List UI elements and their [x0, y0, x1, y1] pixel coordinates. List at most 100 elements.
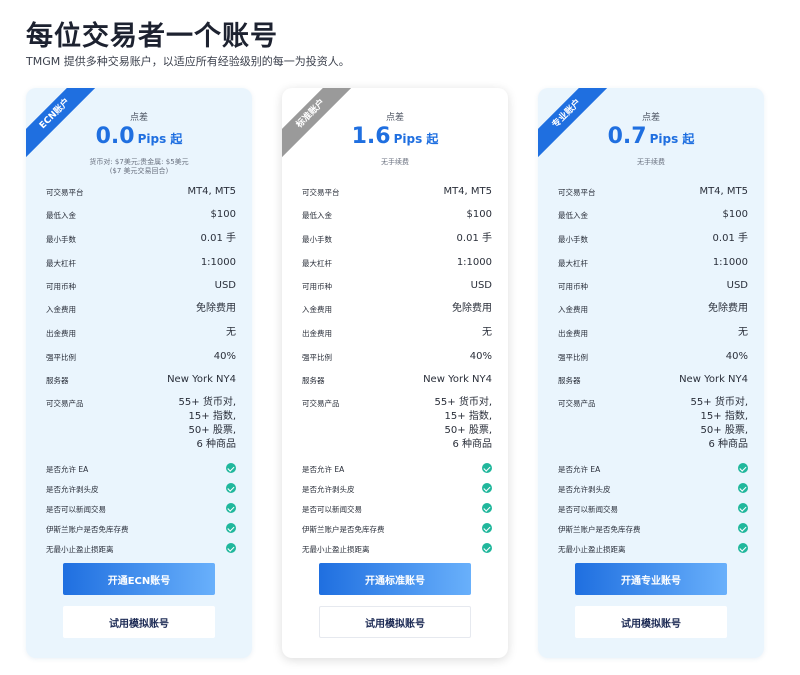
row-label: 最大杠杆: [46, 259, 76, 268]
row-value: $100: [722, 209, 748, 220]
row-value: 40%: [469, 351, 492, 362]
product-item: 15+ 指数,: [700, 411, 748, 422]
row-platforms: 可交易平台 MT4, MT5: [46, 185, 236, 199]
row-value: USD: [470, 280, 492, 291]
row-value: 0.01 手: [456, 233, 492, 244]
product-item: 50+ 股票,: [700, 425, 748, 436]
commission-line-1: 货币对: $7美元;贵金属: $5美元: [89, 158, 189, 166]
row-value: $100: [466, 209, 492, 220]
commission-line-1: 无手续费: [381, 158, 409, 166]
row-min-lot: 最小手数 0.01 手: [46, 232, 236, 246]
spread-label: 点差: [385, 113, 404, 123]
row-value: $100: [210, 209, 236, 220]
check-circle-icon: [738, 543, 748, 553]
try-demo-account-button[interactable]: 试用模拟账号: [319, 606, 471, 638]
commission-line-2: ($7 美元交易回合): [109, 167, 169, 175]
row-withdrawal-fee: 出金费用 无: [46, 326, 236, 340]
row-islamic: 伊斯兰账户是否免库存费: [558, 522, 748, 535]
row-label: 服务器: [558, 376, 581, 385]
row-label: 出金费用: [558, 329, 588, 338]
commission-line-1: 无手续费: [637, 158, 665, 166]
row-min-deposit: 最低入金 $100: [46, 208, 236, 222]
row-no-min-stop: 无最小止盈止损距离: [558, 542, 748, 555]
row-value: 1:1000: [200, 257, 236, 268]
page-title: 每位交易者一个账号: [26, 21, 278, 52]
row-news-trading: 是否可以新闻交易: [46, 502, 236, 515]
row-value: New York NY4: [167, 374, 236, 385]
row-label: 是否允许 EA: [558, 465, 601, 474]
row-value: 无: [226, 327, 236, 338]
spread-number: 0.7: [607, 124, 647, 149]
row-label: 是否可以新闻交易: [302, 505, 362, 514]
try-demo-account-button[interactable]: 试用模拟账号: [575, 606, 727, 638]
row-label: 入金费用: [558, 305, 588, 314]
row-islamic: 伊斯兰账户是否免库存费: [46, 522, 236, 535]
open-pro-account-button[interactable]: 开通专业账号: [575, 563, 727, 595]
row-scalping: 是否允许剥头皮: [46, 482, 236, 495]
row-server: 服务器 New York NY4: [46, 373, 236, 387]
row-min-lot: 最小手数 0.01 手: [302, 232, 492, 246]
check-circle-icon: [226, 523, 236, 533]
products-list: 55+ 货币对, 15+ 指数, 50+ 股票, 6 种商品: [179, 396, 236, 452]
products-list: 55+ 货币对, 15+ 指数, 50+ 股票, 6 种商品: [691, 396, 748, 452]
row-label: 是否允许剥头皮: [46, 485, 99, 494]
row-label: 无最小止盈止损距离: [46, 545, 114, 554]
row-products: 可交易产品 55+ 货币对, 15+ 指数, 50+ 股票, 6 种商品: [558, 396, 748, 452]
row-value: 免除费用: [452, 303, 492, 314]
spread-unit: Pips 起: [393, 132, 439, 146]
product-item: 50+ 股票,: [444, 425, 492, 436]
product-item: 6 种商品: [708, 439, 748, 450]
open-standard-account-button[interactable]: 开通标准账号: [319, 563, 471, 595]
row-stop-out: 强平比例 40%: [46, 350, 236, 364]
product-item: 55+ 货币对,: [178, 397, 236, 408]
row-no-min-stop: 无最小止盈止损距离: [302, 542, 492, 555]
check-circle-icon: [738, 463, 748, 473]
row-max-leverage: 最大杠杆 1:1000: [302, 256, 492, 270]
account-card-ecn: ECN账户 点差 0.0 Pips 起 货币对: $7美元;贵金属: $5美元 (…: [26, 88, 252, 658]
row-deposit-fee: 入金费用 免除费用: [558, 302, 748, 316]
row-value: 1:1000: [456, 257, 492, 268]
row-label: 无最小止盈止损距离: [558, 545, 626, 554]
row-label: 伊斯兰账户是否免库存费: [302, 525, 385, 534]
row-currency: 可用币种 USD: [46, 279, 236, 293]
spread-label: 点差: [129, 113, 148, 123]
row-label: 可用币种: [302, 282, 332, 291]
commission-note: 无手续费: [282, 158, 508, 167]
row-deposit-fee: 入金费用 免除费用: [46, 302, 236, 316]
check-circle-icon: [482, 543, 492, 553]
check-circle-icon: [738, 523, 748, 533]
row-label: 强平比例: [558, 353, 588, 362]
spread-number: 1.6: [351, 124, 391, 149]
row-label: 伊斯兰账户是否免库存费: [558, 525, 641, 534]
row-label: 是否可以新闻交易: [558, 505, 618, 514]
row-server: 服务器 New York NY4: [558, 373, 748, 387]
row-platforms: 可交易平台 MT4, MT5: [558, 185, 748, 199]
row-label: 可用币种: [46, 282, 76, 291]
try-demo-account-button[interactable]: 试用模拟账号: [63, 606, 215, 638]
row-value: 40%: [725, 351, 748, 362]
check-circle-icon: [482, 483, 492, 493]
row-news-trading: 是否可以新闻交易: [558, 502, 748, 515]
product-item: 50+ 股票,: [188, 425, 236, 436]
spread-value: 1.6 Pips 起: [282, 124, 508, 149]
check-circle-icon: [482, 503, 492, 513]
row-label: 最大杠杆: [302, 259, 332, 268]
row-label: 可交易平台: [46, 188, 84, 197]
account-card-standard: 标准账户 点差 1.6 Pips 起 无手续费 可交易平台 MT4, MT5 最低入…: [282, 88, 508, 658]
check-circle-icon: [226, 503, 236, 513]
row-withdrawal-fee: 出金费用 无: [558, 326, 748, 340]
product-item: 55+ 货币对,: [434, 397, 492, 408]
row-platforms: 可交易平台 MT4, MT5: [302, 185, 492, 199]
row-label: 入金费用: [46, 305, 76, 314]
row-label: 是否允许 EA: [46, 465, 89, 474]
spread-unit: Pips 起: [649, 132, 695, 146]
row-value: 40%: [213, 351, 236, 362]
row-value: MT4, MT5: [699, 186, 748, 197]
row-label: 是否可以新闻交易: [46, 505, 106, 514]
row-min-deposit: 最低入金 $100: [558, 208, 748, 222]
page-subtitle: TMGM 提供多种交易账户，以适应所有经验级别的每一为投资人。: [26, 55, 350, 68]
row-label: 最小手数: [302, 235, 332, 244]
row-withdrawal-fee: 出金费用 无: [302, 326, 492, 340]
row-label: 伊斯兰账户是否免库存费: [46, 525, 129, 534]
open-ecn-account-button[interactable]: 开通ECN账号: [63, 563, 215, 595]
